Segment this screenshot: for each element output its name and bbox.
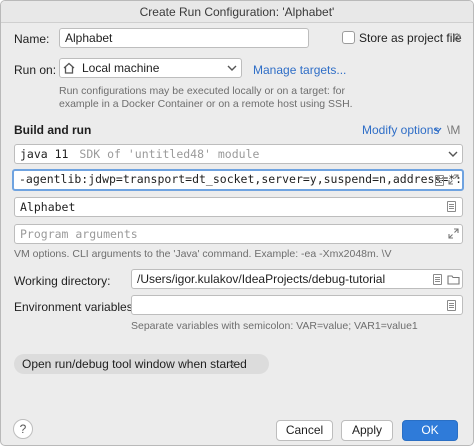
window-title: Create Run Configuration: 'Alphabet' <box>1 1 473 23</box>
build-and-run-title: Build and run <box>14 123 92 137</box>
home-icon <box>63 62 75 74</box>
manage-targets-link[interactable]: Manage targets... <box>253 63 346 77</box>
modify-options-link[interactable]: Modify options <box>362 123 439 137</box>
create-run-configuration-dialog: Create Run Configuration: 'Alphabet' Nam… <box>0 0 474 446</box>
modify-options-shortcut: \M <box>447 123 461 137</box>
vm-options-hint: VM options. CLI arguments to the 'Java' … <box>14 248 392 260</box>
cancel-button[interactable]: Cancel <box>276 420 333 441</box>
help-button[interactable]: ? <box>13 419 33 439</box>
run-on-dropdown[interactable]: Local machine <box>59 58 242 78</box>
name-label: Name: <box>14 32 50 46</box>
program-arguments-placeholder: Program arguments <box>20 227 138 241</box>
program-arguments-input[interactable]: Program arguments <box>14 224 463 244</box>
jre-version: java 11 <box>20 147 69 161</box>
expand-icon[interactable] <box>448 174 459 185</box>
folder-icon[interactable] <box>447 274 460 285</box>
main-class-input[interactable]: Alphabet <box>14 197 463 217</box>
chip-label: Open run/debug tool window when started <box>22 357 247 371</box>
working-directory-value: /Users/igor.kulakov/IdeaProjects/debug-t… <box>137 272 386 286</box>
chevron-down-icon <box>434 127 442 133</box>
store-as-project-file-checkbox[interactable] <box>342 31 355 44</box>
document-icon[interactable] <box>435 175 444 186</box>
working-directory-label: Working directory: <box>14 274 111 288</box>
jre-dropdown[interactable]: java 11 SDK of 'untitled48' module <box>14 144 463 164</box>
apply-button[interactable]: Apply <box>341 420 393 441</box>
document-icon[interactable] <box>433 274 442 285</box>
run-on-hint-line1: Run configurations may be executed local… <box>59 85 345 97</box>
expand-icon[interactable] <box>448 228 459 239</box>
vm-options-value: -agentlib:jdwp=transport=dt_socket,serve… <box>19 172 464 186</box>
gear-icon[interactable]: ⚙ <box>451 31 463 45</box>
run-on-value: Local machine <box>82 61 160 75</box>
chevron-down-icon <box>448 151 458 157</box>
jre-description: SDK of 'untitled48' module <box>79 147 260 161</box>
ok-button[interactable]: OK <box>402 420 458 441</box>
vm-options-input[interactable]: -agentlib:jdwp=transport=dt_socket,serve… <box>12 169 464 191</box>
chevron-down-icon <box>227 65 237 71</box>
environment-variables-input[interactable] <box>131 295 463 315</box>
environment-variables-label: Environment variables: <box>14 300 137 314</box>
environment-variables-hint: Separate variables with semicolon: VAR=v… <box>131 320 418 332</box>
name-input[interactable]: Alphabet <box>59 28 309 48</box>
working-directory-input[interactable]: /Users/igor.kulakov/IdeaProjects/debug-t… <box>131 269 463 289</box>
run-on-label: Run on: <box>14 63 57 77</box>
close-icon[interactable]: × <box>227 357 237 371</box>
store-as-project-file-label: Store as project file <box>359 31 462 45</box>
document-icon[interactable] <box>447 201 456 212</box>
main-class-value: Alphabet <box>20 200 76 214</box>
document-icon[interactable] <box>447 300 456 311</box>
name-value: Alphabet <box>65 31 113 45</box>
run-on-hint-line2: example in a Docker Container or on a re… <box>59 98 353 110</box>
